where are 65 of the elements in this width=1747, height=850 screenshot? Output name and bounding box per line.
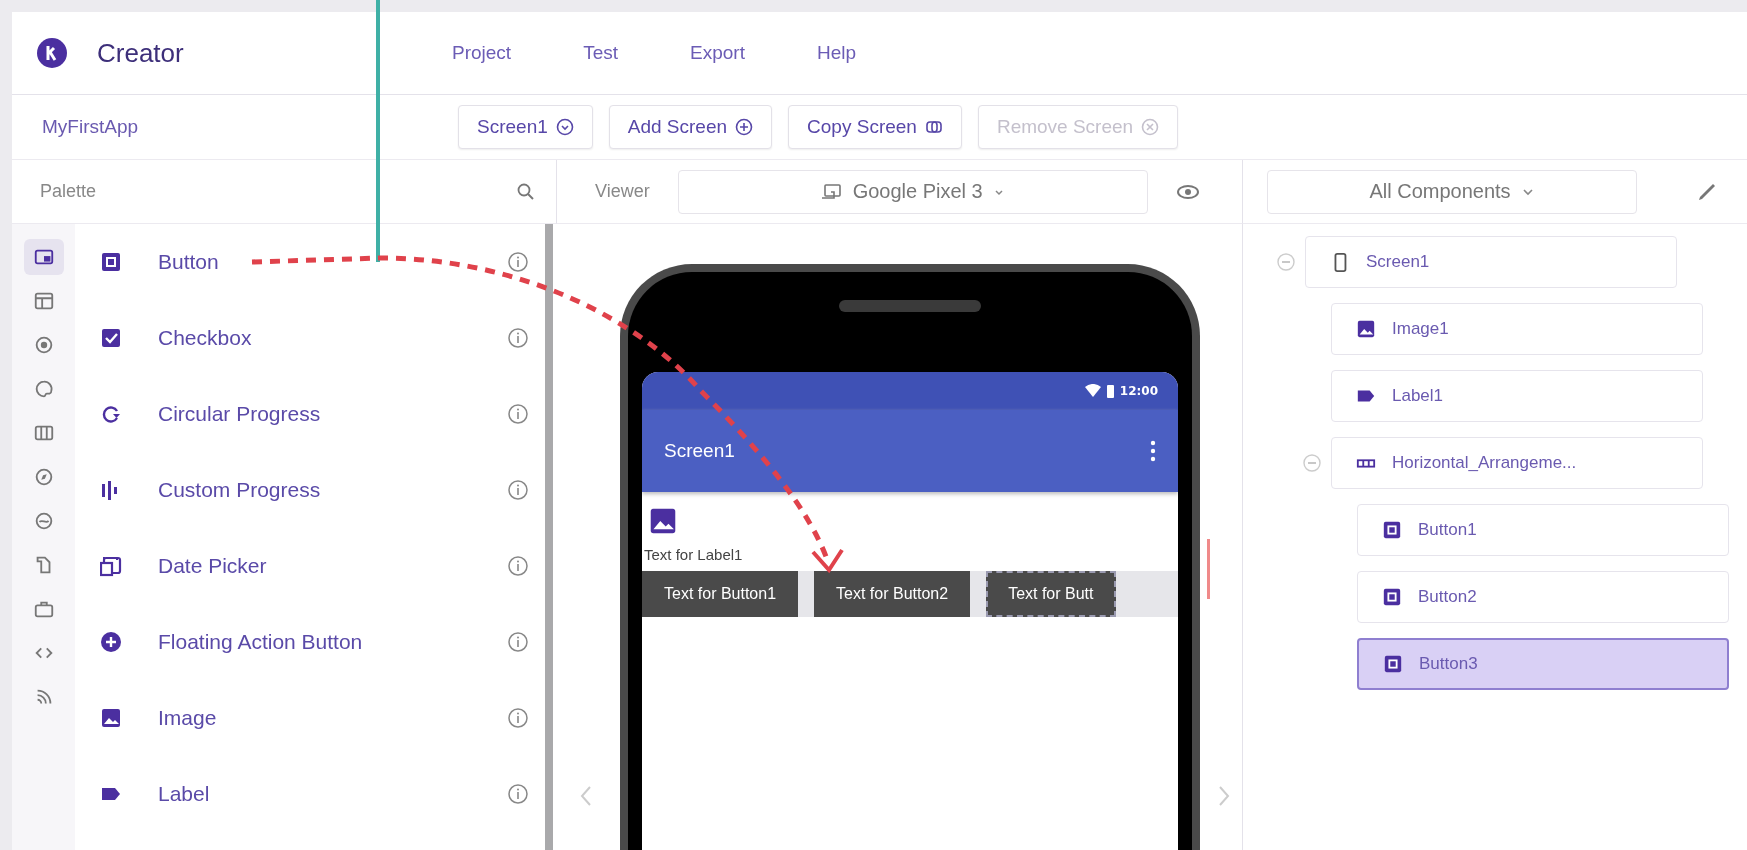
component-item[interactable]: Image1	[1331, 303, 1703, 355]
search-icon[interactable]	[516, 181, 536, 202]
info-icon[interactable]	[507, 403, 529, 425]
battery-icon	[1106, 384, 1114, 398]
info-icon[interactable]	[507, 479, 529, 501]
palette-item[interactable]: Custom Progress	[75, 452, 541, 528]
add-icon	[735, 118, 754, 136]
menu-item[interactable]: Test	[573, 38, 628, 68]
info-icon[interactable]	[507, 555, 529, 577]
components-dropdown[interactable]: All Components	[1267, 169, 1637, 214]
image-icon	[648, 506, 678, 536]
more-icon	[1150, 440, 1156, 462]
button-icon	[1382, 587, 1402, 607]
palette-item[interactable]: Date Picker	[75, 528, 541, 604]
component-item[interactable]: Button3	[1357, 638, 1729, 690]
panel-title: Viewer	[595, 181, 650, 202]
palette-item[interactable]: Image	[75, 680, 541, 756]
logo-icon	[37, 38, 67, 68]
image-icon	[100, 707, 122, 729]
panel-title: Palette	[40, 181, 97, 202]
screen-label: Text for Label1	[644, 546, 743, 563]
button-icon	[1383, 654, 1403, 674]
layout-icon	[32, 290, 55, 312]
project-name: MyFirstApp	[42, 116, 139, 138]
calendar-icon	[100, 555, 122, 577]
tablet-icon	[820, 182, 843, 201]
info-icon[interactable]	[507, 631, 529, 653]
menu-item[interactable]: Export	[680, 38, 755, 68]
component-item[interactable]: Label1	[1331, 370, 1703, 422]
menu-item[interactable]: Help	[806, 38, 866, 68]
status-bar: 12:00	[642, 372, 1178, 410]
menu-item[interactable]: Project	[442, 38, 522, 68]
scrollbar[interactable]	[545, 224, 553, 850]
component-item[interactable]: Screen1	[1305, 236, 1677, 288]
info-icon[interactable]	[507, 707, 529, 729]
palette-item[interactable]: Button	[75, 224, 541, 300]
palette-item[interactable]: Label	[75, 756, 541, 832]
palette-item[interactable]: Checkbox	[75, 300, 541, 376]
toolbar-button[interactable]: Copy Screen	[788, 105, 962, 149]
button-icon	[1382, 520, 1402, 540]
info-icon[interactable]	[507, 327, 529, 349]
app-bar: Screen1	[642, 410, 1178, 492]
remove-icon	[1141, 118, 1160, 136]
checkbox-icon	[100, 327, 122, 349]
component-item[interactable]: Button2	[1357, 571, 1729, 623]
component-item[interactable]: Button1	[1357, 504, 1729, 556]
palette-item[interactable]: Circular Progress	[75, 376, 541, 452]
copy-icon	[924, 118, 943, 136]
plus-icon	[100, 631, 122, 653]
info-icon[interactable]	[507, 783, 529, 805]
category-tab[interactable]	[23, 239, 64, 275]
scroll-indicator	[1207, 539, 1210, 599]
palette-item[interactable]: Floating Action Button	[75, 604, 541, 680]
screen-dropdown[interactable]: Screen1	[458, 105, 593, 149]
progress-icon	[100, 403, 122, 425]
component-item[interactable]: Horizontal_Arrangeme...	[1331, 437, 1703, 489]
button-icon	[100, 251, 122, 273]
dropdown-icon	[555, 118, 574, 136]
eye-icon[interactable]	[1175, 182, 1200, 201]
wifi-icon	[1084, 384, 1101, 398]
info-icon[interactable]	[507, 251, 529, 273]
image-icon	[1356, 319, 1376, 339]
app-title: Creator	[97, 37, 184, 69]
toolbar-button[interactable]: Add Screen	[608, 105, 773, 149]
device-dropdown[interactable]: Google Pixel 3	[677, 169, 1148, 214]
